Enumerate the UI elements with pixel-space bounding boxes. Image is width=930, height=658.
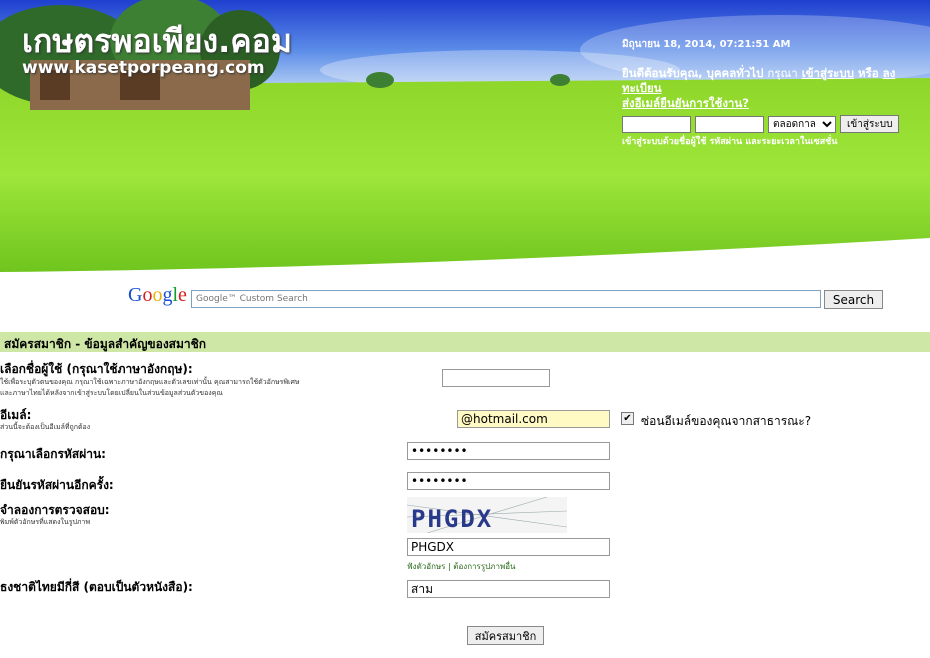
register-submit-button[interactable]: สมัครสมาชิก — [467, 626, 544, 645]
flag-question-label: ธงชาติไทยมีกี่สี (ตอบเป็นตัวหนังสือ): — [0, 580, 193, 594]
captcha-text: PHGDX — [411, 505, 493, 533]
welcome-prefix: ยินดีต้อนรับคุณ, — [622, 66, 703, 80]
or-text: หรือ — [857, 66, 879, 80]
resend-activation-link[interactable]: ส่งอีเมล์ยืนยันการใช้งาน? — [622, 96, 749, 110]
login-note: เข้าสู่ระบบด้วยชื่อผู้ใช้ รหัสผ่าน และระ… — [622, 137, 838, 147]
login-link[interactable]: เข้าสู่ระบบ — [802, 66, 854, 80]
hide-email-checkbox[interactable]: ✔ — [621, 412, 634, 425]
login-username-input[interactable] — [622, 115, 691, 133]
welcome-text: ยินดีต้อนรับคุณ, บุคคลทั่วไป กรุณา เข้าส… — [622, 66, 927, 111]
confirm-password-input[interactable] — [407, 472, 610, 490]
email-input[interactable] — [457, 410, 610, 428]
quick-login-form: ตลอดกาล เข้าสู่ระบบ — [622, 115, 900, 133]
login-password-input[interactable] — [695, 115, 764, 133]
login-duration-select[interactable]: ตลอดกาล — [768, 115, 836, 133]
hide-email-label: ซ่อนอีเมล์ของคุณจากสาธารณะ? — [641, 414, 812, 428]
please-text: กรุณา — [767, 66, 798, 80]
guest-name: บุคคลทั่วไป — [706, 66, 764, 80]
email-hint: ส่วนนี้จะต้องเป็นอีเมล์ที่ถูกต้อง — [0, 423, 91, 431]
google-search-input[interactable] — [191, 290, 821, 308]
google-logo: Google — [128, 284, 187, 306]
password-input[interactable] — [407, 442, 610, 460]
captcha-input[interactable] — [407, 538, 610, 556]
login-button[interactable]: เข้าสู่ระบบ — [840, 115, 900, 133]
section-title: สมัครสมาชิก - ข้อมูลสำคัญของสมาชิก — [4, 337, 207, 351]
confirm-password-label: ยืนยันรหัสผ่านอีกครั้ง: — [0, 478, 114, 492]
captcha-separator: | — [448, 562, 451, 571]
username-hint-line1: ใช้เพื่อระบุตัวตนของคุณ กรุณาใช้เฉพาะภาษ… — [0, 378, 300, 386]
captcha-hint: พิมพ์ตัวอักษรที่แสดงในรูปภาพ — [0, 518, 91, 526]
header-banner: เกษตรพอเพียง.คอม www.kasetporpeang.com ม… — [0, 0, 930, 275]
username-hint-line2: และภาษาไทยได้หลังจากเข้าสู่ระบบโดยเปลี่ย… — [0, 389, 223, 397]
username-input[interactable] — [442, 369, 550, 387]
flag-answer-input[interactable] — [407, 580, 610, 598]
site-url: www.kasetporpeang.com — [22, 58, 265, 78]
captcha-image: PHGDX — [407, 497, 567, 533]
new-captcha-link[interactable]: ต้องการรูปภาพอื่น — [453, 562, 515, 571]
password-label: กรุณาเลือกรหัสผ่าน: — [0, 447, 106, 461]
captcha-links: ฟังตัวอักษร | ต้องการรูปภาพอื่น — [407, 560, 516, 573]
google-search-button[interactable]: Search — [824, 290, 883, 309]
server-datetime: มิถุนายน 18, 2014, 07:21:51 AM — [622, 39, 791, 50]
listen-captcha-link[interactable]: ฟังตัวอักษร — [407, 562, 445, 571]
